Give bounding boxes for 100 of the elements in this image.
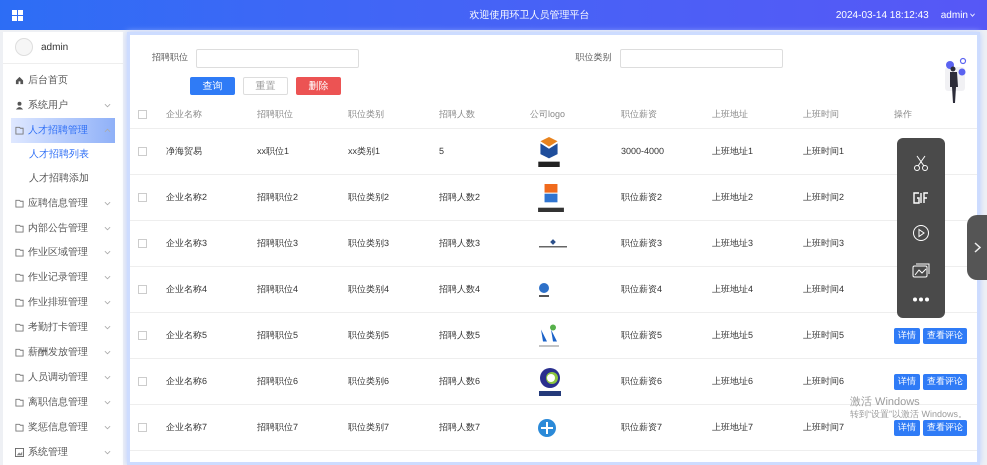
menu-item[interactable]: 系统用户 xyxy=(11,92,115,118)
table-cell-text: 职位薪资6 xyxy=(621,374,662,388)
table-cell-text: 招聘职位2 xyxy=(257,190,298,204)
row-checkbox[interactable] xyxy=(138,193,147,202)
menu-item[interactable]: 考勤打卡管理 xyxy=(11,315,115,340)
app-title: 欢迎使用环卫人员管理平台 xyxy=(468,8,590,22)
table-cell-text: 招聘人数3 xyxy=(439,236,480,250)
column-header: 职位薪资 xyxy=(621,108,658,121)
details-button[interactable]: 详情 xyxy=(894,328,920,344)
chevron-down-icon xyxy=(104,200,111,206)
table-cell-text: xx类别1 xyxy=(348,144,380,158)
more-icon[interactable] xyxy=(912,297,930,302)
menu-item[interactable]: 薪酬发放管理 xyxy=(11,340,115,366)
comments-button[interactable]: 查看评论 xyxy=(923,374,967,390)
menu-item[interactable]: 离职信息管理 xyxy=(11,390,115,416)
menu-label: 人才招聘管理 xyxy=(28,124,88,138)
chevron-down-icon xyxy=(104,350,111,356)
table-cell-text: 职位类别4 xyxy=(348,282,390,296)
folder-icon xyxy=(15,273,24,282)
menu-label: 内部公告管理 xyxy=(28,222,88,236)
table-cell-text: 招聘人数2 xyxy=(439,190,480,204)
home-icon xyxy=(15,76,24,85)
action-button[interactable]: 查询 xyxy=(190,77,235,95)
menu-item[interactable]: 人员调动管理 xyxy=(11,365,115,390)
menu-item[interactable]: 应聘信息管理 xyxy=(11,190,115,216)
table-cell-text: 上班时间7 xyxy=(803,420,844,434)
image-icon[interactable] xyxy=(912,262,930,278)
table-cell-text: 上班时间6 xyxy=(803,374,844,388)
comments-button[interactable]: 查看评论 xyxy=(923,420,967,436)
column-header: 职位类别 xyxy=(348,108,385,121)
folder-icon xyxy=(15,126,24,135)
table-cell-text: 上班时间4 xyxy=(803,282,844,296)
filter-label: 招聘职位 xyxy=(151,51,188,64)
menu-item[interactable]: 作业排班管理 xyxy=(11,290,115,316)
chevron-right-icon xyxy=(974,242,980,253)
menu-item[interactable]: 奖惩信息管理 xyxy=(11,415,115,440)
folder-icon xyxy=(15,198,24,208)
menu-label: 作业区域管理 xyxy=(28,246,88,260)
table-cell-text: 招聘人数7 xyxy=(439,420,480,434)
chevron-down-icon xyxy=(104,275,111,280)
table-cell-text: 职位薪资4 xyxy=(621,282,662,296)
folder-icon xyxy=(15,348,24,358)
notice-title: 激活 Windows xyxy=(850,396,920,408)
caret-icon xyxy=(970,13,975,17)
table-cell-text: 企业名称4 xyxy=(166,282,208,296)
table-cell-text: 招聘职位3 xyxy=(257,236,298,250)
column-header: 上班地址 xyxy=(712,108,749,121)
select-all-checkbox[interactable] xyxy=(138,110,147,119)
table-cell-text: 上班时间2 xyxy=(803,190,844,204)
menu-icon[interactable] xyxy=(12,10,23,20)
menu-item[interactable]: 作业记录管理 xyxy=(11,265,115,290)
gif-icon[interactable] xyxy=(912,191,930,206)
filter-field[interactable] xyxy=(196,48,359,68)
table-cell-text: 招聘人数6 xyxy=(439,374,480,388)
menu-label: 作业排班管理 xyxy=(28,296,88,310)
table-cell-text: 上班地址3 xyxy=(712,236,754,250)
table-cell-text: 上班地址7 xyxy=(712,420,754,434)
submenu-item[interactable]: 人才招聘添加 xyxy=(29,166,123,191)
table-cell-text: 企业名称5 xyxy=(166,328,208,342)
side-tab[interactable] xyxy=(967,215,987,280)
menu-label: 薪酬发放管理 xyxy=(28,346,88,360)
menu-item[interactable]: 系统管理 xyxy=(11,440,115,465)
row-checkbox[interactable] xyxy=(138,377,147,386)
action-button[interactable]: 删除 xyxy=(296,77,341,95)
details-button[interactable]: 详情 xyxy=(894,420,920,436)
chevron-down-icon xyxy=(104,400,111,406)
row-checkbox[interactable] xyxy=(138,285,147,294)
column-header: 操作 xyxy=(894,108,913,121)
table-cell-text: 招聘职位4 xyxy=(257,282,298,296)
menu-label: 作业记录管理 xyxy=(28,270,88,286)
table-cell-text: 上班地址1 xyxy=(712,144,754,158)
menu-item[interactable]: 作业区域管理 xyxy=(11,240,115,266)
table-cell-text: 上班地址5 xyxy=(712,328,754,342)
folder-icon xyxy=(15,248,24,258)
user-menu[interactable]: admin xyxy=(940,8,975,22)
scissors-icon[interactable] xyxy=(912,154,930,172)
row-checkbox[interactable] xyxy=(138,423,147,432)
table-cell-text: 企业名称3 xyxy=(166,236,208,250)
table-cell-text: 招聘人数4 xyxy=(439,282,480,296)
filter-label: 职位类别 xyxy=(574,51,612,64)
comments-button[interactable]: 查看评论 xyxy=(923,328,967,344)
play-icon[interactable] xyxy=(912,224,930,242)
table-cell-text: 职位薪资2 xyxy=(621,190,662,204)
table-cell-text: 职位类别6 xyxy=(348,374,390,388)
submenu-item[interactable]: 人才招聘列表 xyxy=(29,142,123,167)
column-header: 公司logo xyxy=(530,108,566,121)
table-cell-text: 职位薪资5 xyxy=(621,328,662,342)
row-checkbox[interactable] xyxy=(138,331,147,340)
column-header: 招聘职位 xyxy=(257,108,294,121)
details-button[interactable]: 详情 xyxy=(894,374,920,390)
table-cell-text: 企业名称6 xyxy=(166,374,208,388)
menu-label: 应聘信息管理 xyxy=(28,196,88,211)
filter-field[interactable] xyxy=(620,48,782,68)
row-checkbox[interactable] xyxy=(138,239,147,248)
menu-item[interactable]: 内部公告管理 xyxy=(11,216,115,240)
menu-label: 系统管理 xyxy=(28,446,68,460)
chevron-down-icon xyxy=(104,425,111,430)
menu-item[interactable]: 后台首页 xyxy=(11,68,115,93)
date-time: 2024-03-14 18:12:43 xyxy=(836,8,929,22)
row-checkbox[interactable] xyxy=(138,147,147,156)
